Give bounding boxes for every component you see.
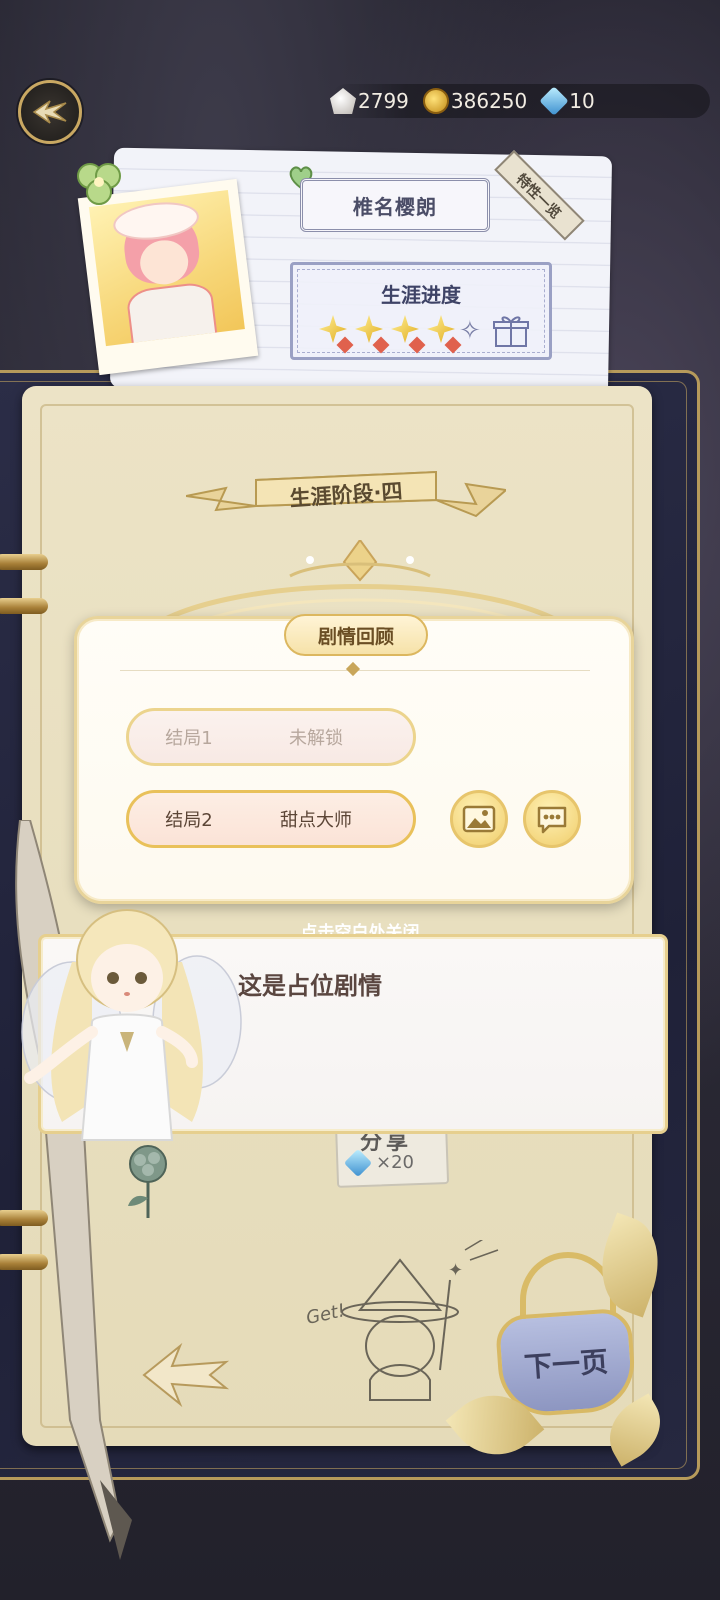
star-filled	[423, 313, 462, 354]
gem-amount: 10	[569, 89, 595, 113]
view-cg-button[interactable]	[450, 790, 508, 848]
ending-title: 甜点大师	[280, 810, 352, 831]
star-filled	[315, 313, 354, 354]
back-arrow-icon	[32, 100, 67, 124]
star-filled	[387, 313, 426, 354]
shell-currency[interactable]: 2799	[330, 88, 409, 114]
ending-title: 未解锁	[289, 728, 343, 749]
currency-bar: 2799 386250 10	[330, 84, 710, 118]
ending-number: 结局1	[165, 728, 213, 749]
dialogue-text: 这是占位剧情	[238, 972, 382, 1000]
character-name: 椎名樱朗	[300, 178, 490, 232]
gem-icon	[539, 86, 569, 116]
career-stars	[315, 313, 529, 354]
career-progress-title: 生涯进度	[381, 283, 461, 307]
image-icon	[462, 805, 496, 833]
gem-currency[interactable]: 10	[539, 86, 595, 116]
coin-icon	[422, 88, 449, 114]
gem-icon	[343, 1148, 373, 1177]
binder-ring	[0, 598, 48, 614]
career-progress-box: 生涯进度	[290, 262, 552, 360]
view-dialogue-button[interactable]	[523, 790, 581, 848]
binder-ring	[0, 554, 48, 570]
ending-1-row[interactable]: 结局1 未解锁	[126, 708, 416, 766]
coin-amount: 386250	[450, 89, 528, 113]
star-empty	[459, 318, 485, 344]
witch-cat-doodle: ✦	[341, 1240, 499, 1401]
star-filled	[351, 313, 390, 354]
fairy-guide-character	[21, 909, 242, 1141]
back-button[interactable]	[18, 80, 82, 144]
gift-icon[interactable]	[493, 314, 529, 348]
coin-currency[interactable]: 386250	[422, 88, 528, 114]
shell-amount: 2799	[358, 89, 409, 113]
chat-bubble-icon	[537, 806, 567, 834]
story-review-title: 剧情回顾	[284, 614, 428, 656]
svg-text:✦: ✦	[448, 1260, 463, 1281]
share-reward-amount: ×20	[376, 1152, 414, 1173]
shell-icon	[330, 88, 356, 114]
share-reward: ×20	[343, 1148, 414, 1177]
clover-icon	[77, 163, 121, 205]
